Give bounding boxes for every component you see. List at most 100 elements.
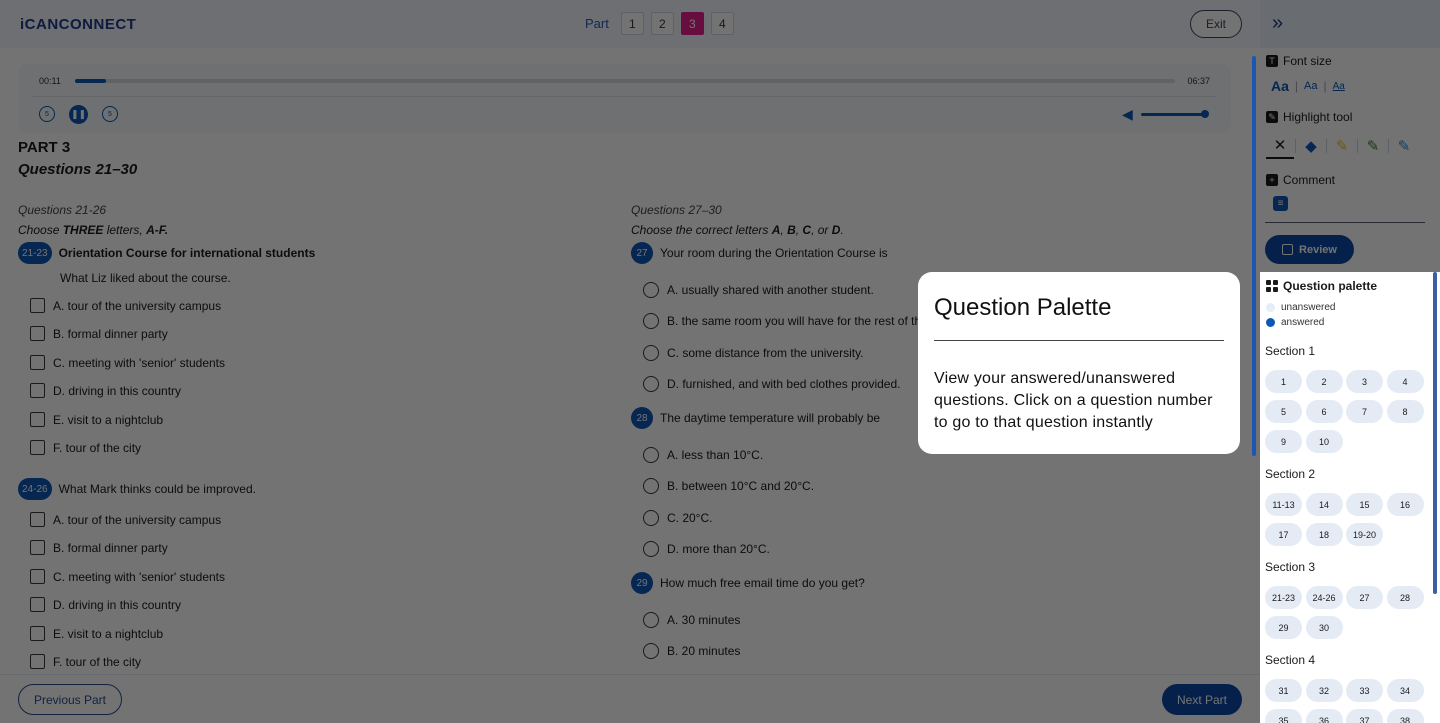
checkbox-option[interactable]: A. tour of the university campus xyxy=(30,298,330,313)
radio[interactable] xyxy=(643,345,659,361)
checkbox-option[interactable]: D. driving in this country xyxy=(30,383,330,398)
palette-question-chip[interactable]: 32 xyxy=(1305,679,1343,702)
checkbox[interactable] xyxy=(30,440,45,455)
checkbox[interactable] xyxy=(30,512,45,527)
radio[interactable] xyxy=(643,478,659,494)
palette-question-chip[interactable]: 33 xyxy=(1346,679,1383,702)
part-button-3[interactable]: 3 xyxy=(680,12,704,35)
green-marker-icon[interactable]: ✎ xyxy=(1359,133,1387,159)
no-highlight-icon[interactable]: ✕ xyxy=(1266,133,1294,159)
checkbox-option[interactable]: C. meeting with 'senior' students xyxy=(30,355,330,370)
palette-question-chip[interactable]: 8 xyxy=(1386,400,1424,423)
font-size-title: T Font size xyxy=(1266,54,1332,68)
palette-question-chip[interactable]: 29 xyxy=(1265,616,1302,639)
volume-icon[interactable]: ◀ xyxy=(1122,106,1133,123)
audio-progress-track[interactable] xyxy=(75,79,1175,83)
font-size-medium[interactable]: Aa xyxy=(1304,80,1317,92)
checkbox-option[interactable]: E. visit to a nightclub xyxy=(30,412,330,427)
palette-question-chip[interactable]: 19-20 xyxy=(1346,523,1383,546)
pause-icon[interactable]: ❚❚ xyxy=(69,105,88,124)
checkbox[interactable] xyxy=(30,597,45,612)
exit-button[interactable]: Exit xyxy=(1190,10,1242,38)
palette-question-chip[interactable]: 24-26 xyxy=(1305,586,1343,609)
palette-question-chip[interactable]: 9 xyxy=(1265,430,1302,453)
radio-option[interactable]: B. 20 minutes xyxy=(643,643,1043,659)
checkbox-option[interactable]: C. meeting with 'senior' students xyxy=(30,569,330,584)
palette-question-chip[interactable]: 31 xyxy=(1265,679,1302,702)
radio[interactable] xyxy=(643,643,659,659)
palette-question-chip[interactable]: 18 xyxy=(1305,523,1343,546)
checkbox-option[interactable]: D. driving in this country xyxy=(30,597,330,612)
volume-slider[interactable] xyxy=(1141,113,1203,116)
palette-question-chip[interactable]: 21-23 xyxy=(1265,586,1302,609)
previous-part-button[interactable]: Previous Part xyxy=(18,684,122,715)
radio[interactable] xyxy=(643,541,659,557)
forward-5-icon[interactable]: 5 xyxy=(102,106,118,122)
palette-question-chip[interactable]: 34 xyxy=(1386,679,1424,702)
checkbox-option[interactable]: B. formal dinner party xyxy=(30,326,330,341)
radio[interactable] xyxy=(643,313,659,329)
yellow-marker-icon[interactable]: ✎ xyxy=(1328,133,1356,159)
checkbox-option[interactable]: F. tour of the city xyxy=(30,440,330,455)
palette-question-chip[interactable]: 4 xyxy=(1386,370,1424,393)
palette-question-chip[interactable]: 5 xyxy=(1265,400,1302,423)
volume-knob[interactable] xyxy=(1201,110,1209,118)
radio[interactable] xyxy=(643,612,659,628)
palette-question-chip[interactable]: 2 xyxy=(1305,370,1343,393)
checkbox[interactable] xyxy=(30,412,45,427)
blue-marker-icon[interactable]: ✎ xyxy=(1390,133,1418,159)
palette-question-chip[interactable]: 3 xyxy=(1346,370,1383,393)
palette-question-chip[interactable]: 37 xyxy=(1346,709,1383,723)
checkbox[interactable] xyxy=(30,654,45,669)
radio-option[interactable]: D. more than 20°C. xyxy=(643,541,1043,557)
checkbox[interactable] xyxy=(30,383,45,398)
checkbox-option[interactable]: F. tour of the city xyxy=(30,654,330,669)
checkbox-option[interactable]: B. formal dinner party xyxy=(30,540,330,555)
review-button[interactable]: Review xyxy=(1265,235,1354,264)
radio-option[interactable]: A. 30 minutes xyxy=(643,612,1043,628)
palette-question-chip[interactable]: 35 xyxy=(1265,709,1302,723)
palette-question-chip[interactable]: 15 xyxy=(1346,493,1383,516)
radio-option[interactable]: C. 20°C. xyxy=(643,510,1043,526)
part-button-4[interactable]: 4 xyxy=(710,12,734,35)
radio[interactable] xyxy=(643,510,659,526)
palette-question-chip[interactable]: 10 xyxy=(1305,430,1343,453)
palette-question-chip[interactable]: 28 xyxy=(1386,586,1424,609)
palette-question-chip[interactable]: 1 xyxy=(1265,370,1302,393)
palette-question-chip[interactable]: 17 xyxy=(1265,523,1302,546)
font-size-small[interactable]: Aa xyxy=(1333,81,1345,92)
checkbox-option[interactable]: A. tour of the university campus xyxy=(30,512,330,527)
palette-question-chip[interactable]: 38 xyxy=(1386,709,1424,723)
checkbox[interactable] xyxy=(30,326,45,341)
palette-question-chip[interactable]: 27 xyxy=(1346,586,1383,609)
next-part-button[interactable]: Next Part xyxy=(1162,684,1242,715)
part-button-1[interactable]: 1 xyxy=(620,12,644,35)
comment-icon[interactable]: ≡ xyxy=(1273,196,1288,211)
palette-question-chip[interactable]: 11-13 xyxy=(1265,493,1302,516)
checkbox[interactable] xyxy=(30,626,45,641)
palette-question-chip[interactable]: 7 xyxy=(1346,400,1383,423)
palette-question-chip[interactable]: 16 xyxy=(1386,493,1424,516)
radio-option[interactable]: B. between 10°C and 20°C. xyxy=(643,478,1043,494)
part-button-2[interactable]: 2 xyxy=(650,12,674,35)
palette-question-chip[interactable]: 14 xyxy=(1305,493,1343,516)
tooltip-title: Question Palette xyxy=(934,294,1112,321)
radio[interactable] xyxy=(643,447,659,463)
legend-label: unanswered xyxy=(1281,302,1336,313)
rewind-5-icon[interactable]: 5 xyxy=(39,106,55,122)
checkbox-option[interactable]: E. visit to a nightclub xyxy=(30,626,330,641)
collapse-sidebar-icon[interactable]: » xyxy=(1272,13,1283,33)
checkbox[interactable] xyxy=(30,569,45,584)
font-size-large[interactable]: Aa xyxy=(1271,78,1289,94)
radio[interactable] xyxy=(643,376,659,392)
checkbox[interactable] xyxy=(30,540,45,555)
main-scrollbar[interactable] xyxy=(1252,56,1256,456)
sidebar-scrollbar[interactable] xyxy=(1433,272,1437,594)
palette-question-chip[interactable]: 6 xyxy=(1305,400,1343,423)
palette-question-chip[interactable]: 36 xyxy=(1305,709,1343,723)
palette-question-chip[interactable]: 30 xyxy=(1305,616,1343,639)
checkbox[interactable] xyxy=(30,355,45,370)
radio[interactable] xyxy=(643,282,659,298)
eraser-icon[interactable]: ◆ xyxy=(1297,133,1325,159)
checkbox[interactable] xyxy=(30,298,45,313)
